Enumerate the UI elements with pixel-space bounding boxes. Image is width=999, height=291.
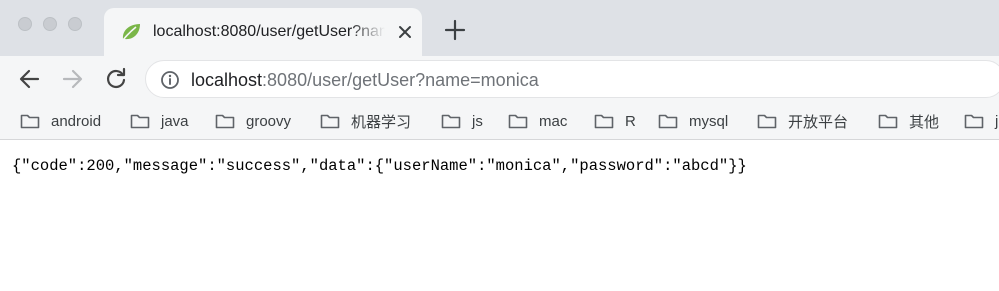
window-minimize-button[interactable] — [43, 17, 57, 31]
bookmark-android[interactable]: android — [20, 110, 101, 132]
folder-icon — [130, 114, 150, 129]
bookmark-label: mac — [539, 112, 568, 130]
bookmark-j[interactable]: j — [964, 110, 998, 132]
plus-icon[interactable] — [443, 18, 467, 42]
bookmark-label: 开放平台 — [788, 113, 849, 131]
bookmark-label: java — [161, 112, 189, 130]
bookmark-open-platform[interactable]: 开放平台 — [757, 110, 848, 132]
back-arrow-icon[interactable] — [17, 66, 43, 92]
folder-icon — [594, 114, 614, 129]
json-response-text: {"code":200,"message":"success","data":{… — [12, 157, 747, 175]
bookmark-machine-learning[interactable]: 机器学习 — [320, 110, 411, 132]
reload-icon[interactable] — [103, 66, 129, 92]
bookmark-java[interactable]: java — [130, 110, 189, 132]
bookmark-groovy[interactable]: groovy — [215, 110, 291, 132]
page-content: {"code":200,"message":"success","data":{… — [0, 140, 999, 291]
bookmark-label: 其他 — [909, 113, 940, 131]
folder-icon — [757, 114, 777, 129]
active-tab[interactable]: localhost:8080/user/getUser?name=monica — [104, 8, 422, 56]
info-icon[interactable] — [160, 70, 180, 90]
bookmark-label: groovy — [246, 112, 292, 130]
folder-icon — [658, 114, 678, 129]
leaf-icon — [122, 24, 140, 41]
bookmark-mysql[interactable]: mysql — [658, 110, 728, 132]
folder-icon — [441, 114, 461, 129]
folder-icon — [215, 114, 235, 129]
bookmark-label: R — [625, 112, 636, 130]
window-close-button[interactable] — [18, 17, 32, 31]
bookmark-mac[interactable]: mac — [508, 110, 567, 132]
folder-icon — [878, 114, 898, 129]
browser-toolbar: localhost:8080/user/getUser?name=monica — [0, 56, 999, 102]
url-path: :8080/user/getUser?name=monica — [262, 70, 539, 90]
address-bar[interactable]: localhost:8080/user/getUser?name=monica — [145, 60, 999, 98]
folder-icon — [320, 114, 340, 129]
bookmark-r[interactable]: R — [594, 110, 636, 132]
bookmarks-bar: android java groovy 机器学习 js mac R mysql … — [0, 102, 999, 140]
bookmark-label: mysql — [689, 112, 729, 130]
bookmark-label: 机器学习 — [351, 113, 412, 131]
tab-title: localhost:8080/user/getUser?name=monica — [153, 23, 385, 40]
url-text: localhost:8080/user/getUser?name=monica — [191, 69, 539, 91]
folder-icon — [20, 114, 40, 129]
bookmark-other[interactable]: 其他 — [878, 110, 939, 132]
folder-icon — [964, 114, 984, 129]
bookmark-label: j — [995, 112, 999, 130]
folder-icon — [508, 114, 528, 129]
bookmark-js[interactable]: js — [441, 110, 483, 132]
bookmark-label: android — [51, 112, 102, 130]
forward-arrow-icon[interactable] — [59, 66, 85, 92]
bookmark-label: js — [472, 112, 483, 130]
window-maximize-button[interactable] — [68, 17, 82, 31]
url-host: localhost — [191, 70, 263, 90]
close-icon[interactable] — [394, 21, 416, 43]
tab-strip: localhost:8080/user/getUser?name=monica — [0, 0, 999, 56]
